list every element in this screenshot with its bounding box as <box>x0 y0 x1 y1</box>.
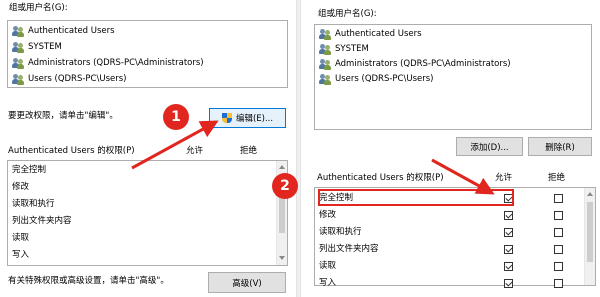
step-2-badge: 2 <box>272 173 298 199</box>
annotation-arrows <box>131 120 495 195</box>
step-1-badge: 1 <box>163 104 189 130</box>
arrow-to-full-control-checkbox <box>431 158 495 195</box>
